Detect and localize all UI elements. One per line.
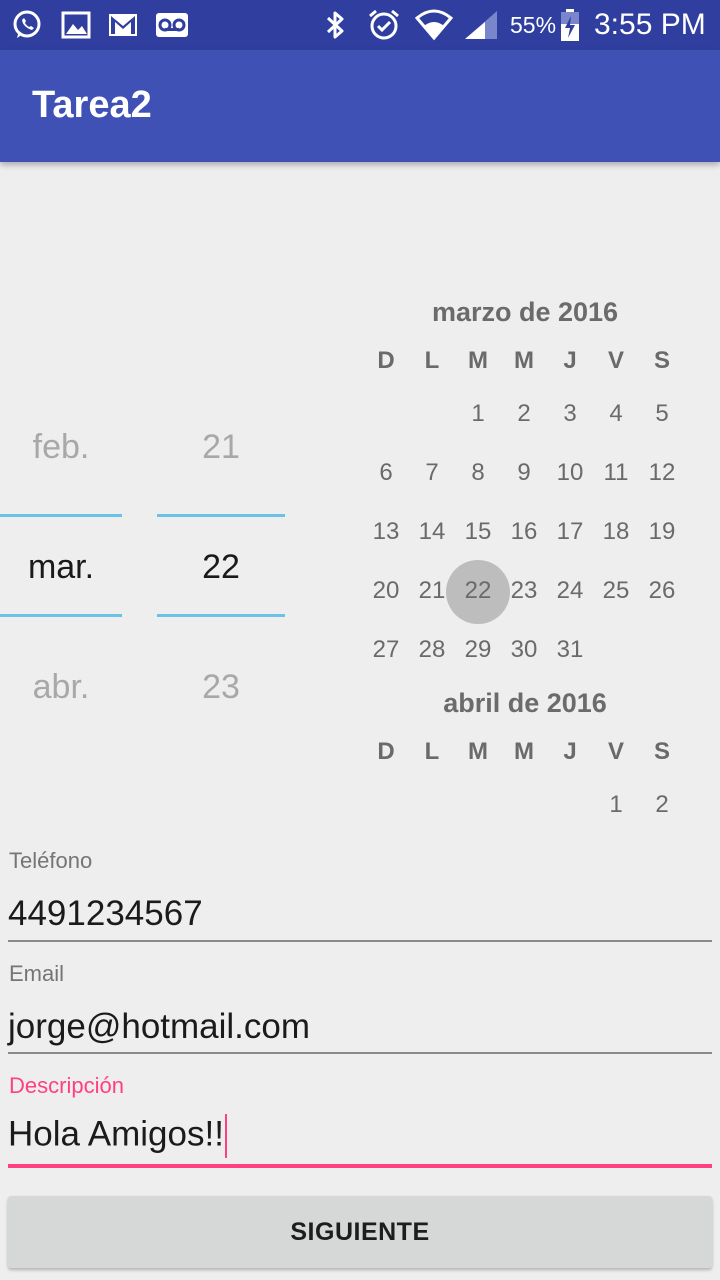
calendar-day[interactable]: 4 bbox=[593, 394, 639, 434]
description-field[interactable]: Hola Amigos!! bbox=[8, 1114, 227, 1158]
email-underline bbox=[8, 1052, 712, 1054]
weekday-header: M bbox=[468, 347, 488, 374]
calendar-day[interactable]: 7 bbox=[409, 453, 455, 493]
calendar-day[interactable]: 1 bbox=[455, 394, 501, 434]
calendar-day[interactable]: 19 bbox=[639, 512, 685, 552]
month-prev[interactable]: feb. bbox=[0, 428, 122, 467]
calendar-day[interactable]: 23 bbox=[501, 571, 547, 611]
calendar-day[interactable]: 10 bbox=[547, 453, 593, 493]
calendar-day[interactable]: 6 bbox=[363, 453, 409, 493]
calendar-day[interactable]: 24 bbox=[547, 571, 593, 611]
description-text: Hola Amigos!! bbox=[8, 1114, 224, 1154]
calendar-day[interactable]: 21 bbox=[409, 571, 455, 611]
whatsapp-icon bbox=[10, 8, 44, 42]
calendar-day[interactable]: 3 bbox=[547, 394, 593, 434]
day-divider-top bbox=[157, 514, 285, 517]
status-time: 3:55 PM bbox=[594, 8, 706, 41]
calendar-day[interactable]: 30 bbox=[501, 630, 547, 670]
status-bar: 55% 3:55 PM bbox=[0, 0, 720, 50]
weekday-header: V bbox=[607, 738, 624, 765]
day-divider-bottom bbox=[157, 614, 285, 617]
calendar-day[interactable]: 22 bbox=[455, 571, 501, 611]
calendar-day[interactable]: 31 bbox=[547, 630, 593, 670]
phone-field[interactable]: 4491234567 bbox=[8, 894, 203, 934]
calendar-day[interactable]: 13 bbox=[363, 512, 409, 552]
weekday-header: L bbox=[424, 347, 440, 374]
calendar-day[interactable]: 26 bbox=[639, 571, 685, 611]
calendar-day[interactable]: 14 bbox=[409, 512, 455, 552]
battery-icon bbox=[558, 8, 582, 42]
app-bar: Tarea2 bbox=[0, 50, 720, 162]
description-label: Descripción bbox=[9, 1073, 124, 1098]
calendar-month-title: abril de 2016 bbox=[443, 688, 607, 718]
month-divider-bottom bbox=[0, 614, 122, 617]
description-underline bbox=[8, 1164, 712, 1168]
day-selected[interactable]: 22 bbox=[157, 548, 285, 587]
calendar-day[interactable]: 27 bbox=[363, 630, 409, 670]
calendar-day[interactable]: 15 bbox=[455, 512, 501, 552]
calendar-day[interactable]: 18 bbox=[593, 512, 639, 552]
weekday-header: D bbox=[377, 347, 395, 374]
calendar-day[interactable]: 17 bbox=[547, 512, 593, 552]
email-label: Email bbox=[9, 961, 65, 986]
phone-label: Teléfono bbox=[9, 848, 93, 873]
image-icon bbox=[60, 8, 92, 42]
gmail-icon bbox=[106, 8, 140, 42]
text-cursor bbox=[224, 1114, 227, 1158]
weekday-header: D bbox=[377, 738, 395, 765]
day-next[interactable]: 23 bbox=[157, 668, 285, 707]
month-divider-top bbox=[0, 514, 122, 517]
calendar-day[interactable]: 2 bbox=[639, 785, 685, 825]
calendar-day[interactable]: 16 bbox=[501, 512, 547, 552]
next-button[interactable]: SIGUIENTE bbox=[8, 1196, 712, 1268]
calendar-day[interactable]: 25 bbox=[593, 571, 639, 611]
calendar-day[interactable]: 1 bbox=[593, 785, 639, 825]
calendar-day[interactable]: 11 bbox=[593, 453, 639, 493]
calendar-day[interactable]: 5 bbox=[639, 394, 685, 434]
weekday-header: M bbox=[514, 738, 534, 765]
weekday-header: V bbox=[607, 347, 624, 374]
weekday-header: S bbox=[653, 347, 670, 374]
day-prev[interactable]: 21 bbox=[157, 428, 285, 467]
battery-percent: 55% bbox=[510, 12, 557, 38]
voicemail-icon bbox=[154, 8, 190, 42]
weekday-header: M bbox=[514, 347, 534, 374]
weekday-header: J bbox=[563, 738, 577, 765]
wifi-icon bbox=[414, 8, 454, 42]
calendar-day[interactable]: 29 bbox=[455, 630, 501, 670]
month-selected[interactable]: mar. bbox=[0, 548, 122, 587]
calendar-day[interactable]: 2 bbox=[501, 394, 547, 434]
weekday-header: S bbox=[653, 738, 670, 765]
calendar-day[interactable]: 20 bbox=[363, 571, 409, 611]
phone-underline bbox=[8, 940, 712, 942]
calendar-day[interactable]: 12 bbox=[639, 453, 685, 493]
weekday-header: M bbox=[468, 738, 488, 765]
calendar-month-title: marzo de 2016 bbox=[431, 297, 619, 327]
alarm-icon bbox=[366, 8, 402, 42]
weekday-header: J bbox=[563, 347, 577, 374]
signal-icon bbox=[462, 8, 500, 42]
calendar-day[interactable]: 8 bbox=[455, 453, 501, 493]
email-field[interactable]: jorge@hotmail.com bbox=[8, 1007, 310, 1047]
app-title: Tarea2 bbox=[32, 84, 152, 126]
month-next[interactable]: abr. bbox=[0, 668, 122, 707]
bluetooth-icon bbox=[320, 8, 350, 42]
calendar-day[interactable]: 28 bbox=[409, 630, 455, 670]
calendar-day[interactable]: 9 bbox=[501, 453, 547, 493]
weekday-header: L bbox=[424, 738, 440, 765]
